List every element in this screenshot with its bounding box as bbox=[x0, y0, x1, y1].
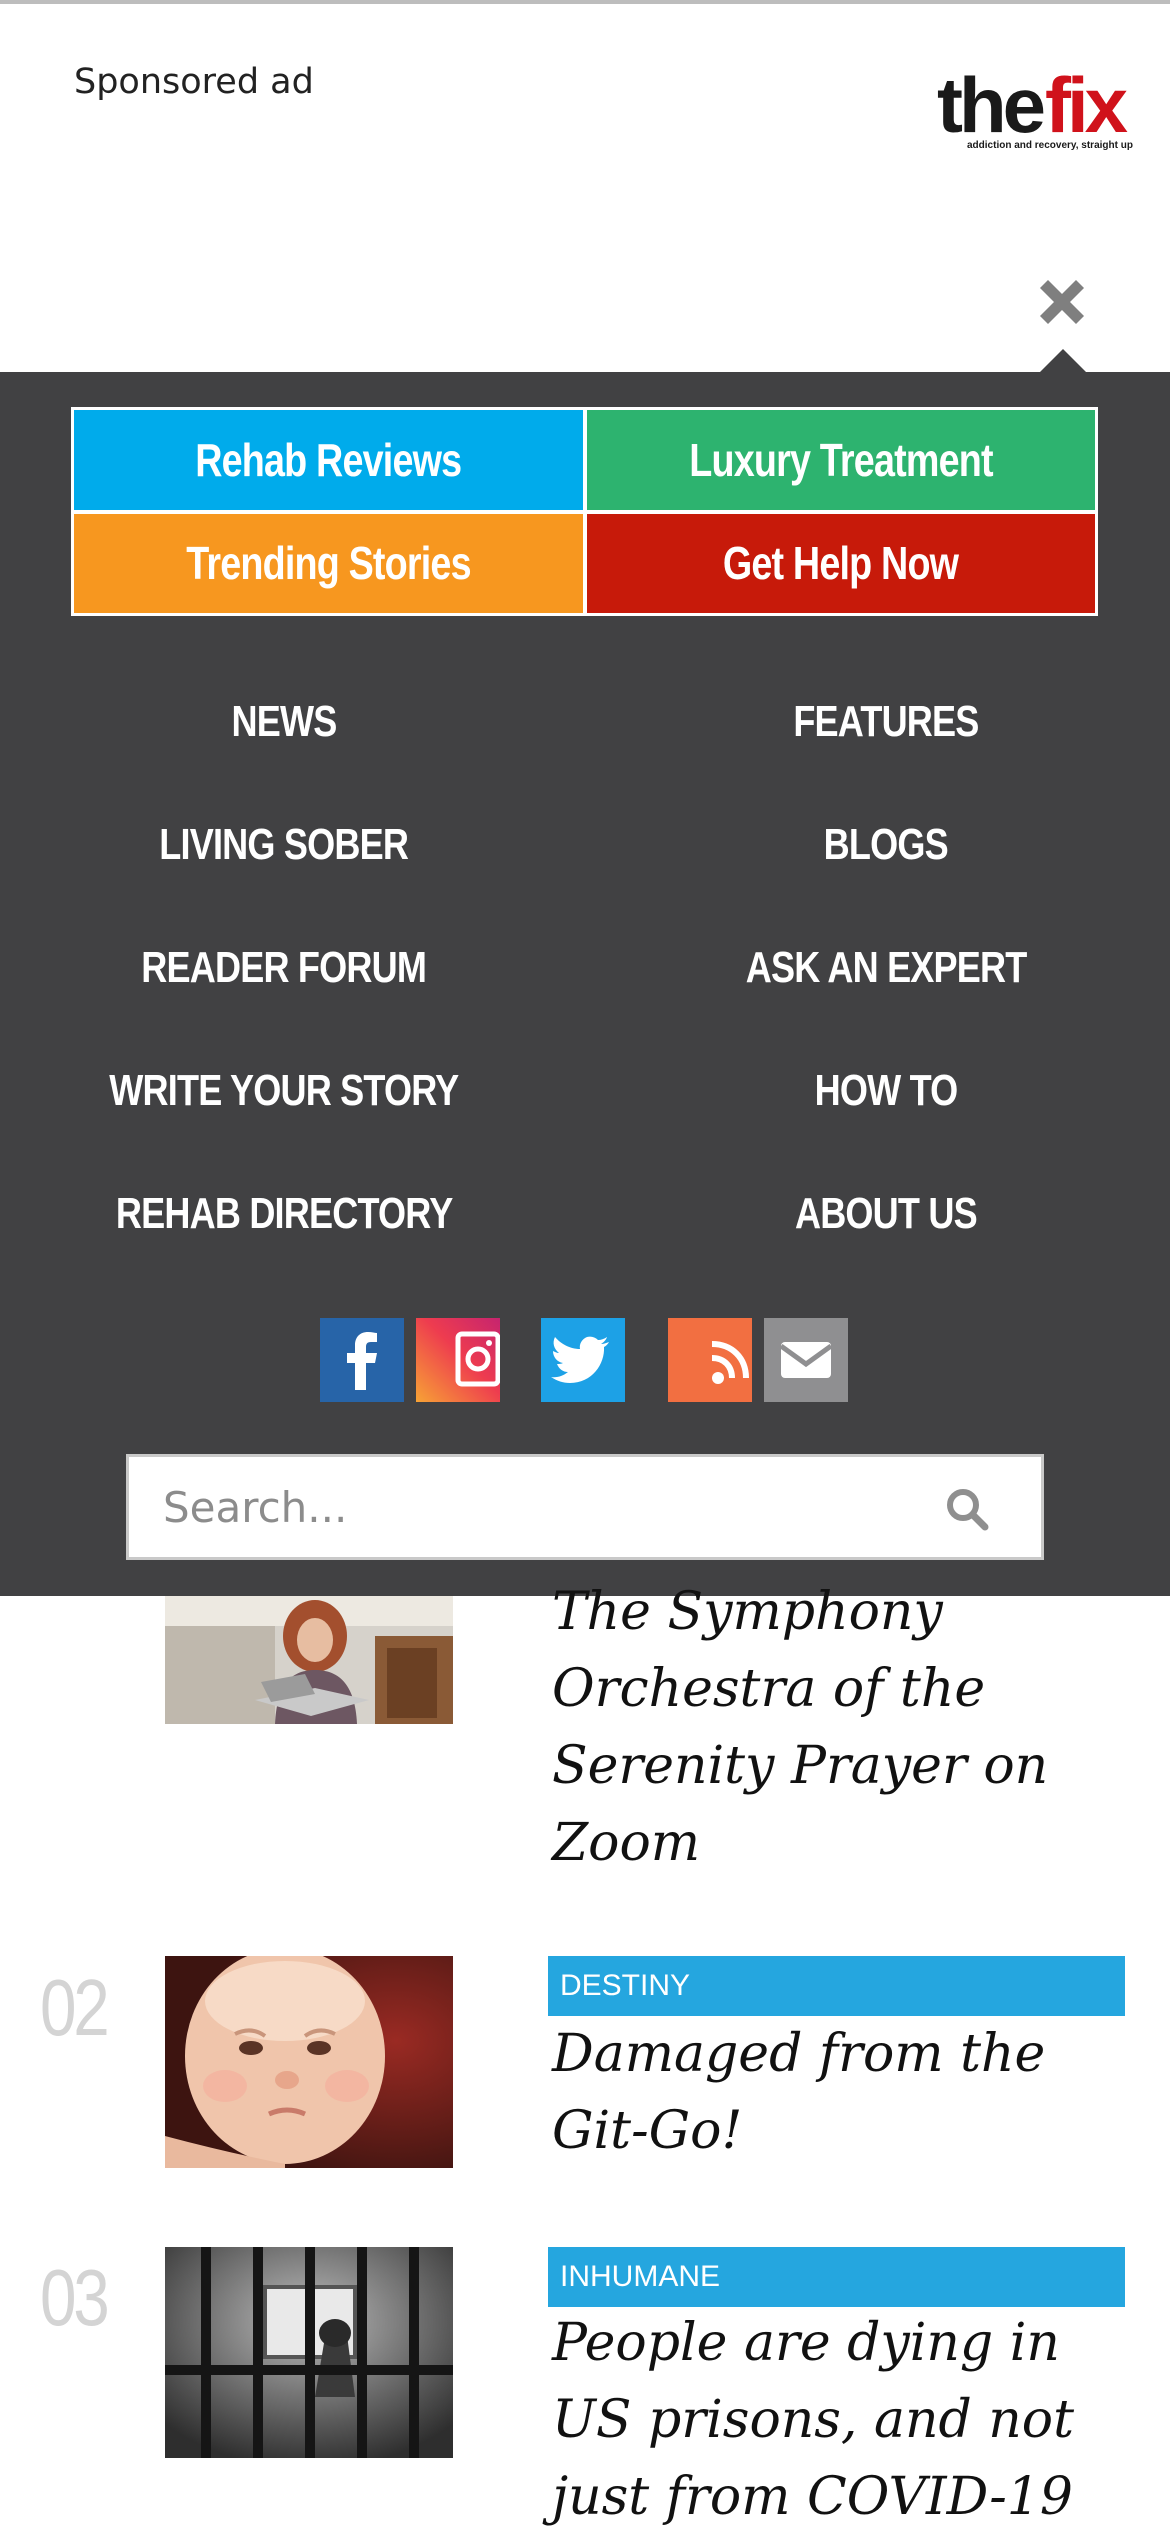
search-icon bbox=[947, 1489, 989, 1531]
menu-caret bbox=[1040, 349, 1086, 372]
nav-about-us[interactable]: ABOUT US bbox=[606, 1184, 1166, 1244]
nav-blogs[interactable]: BLOGS bbox=[606, 815, 1166, 875]
nav-reader-forum[interactable]: READER FORUM bbox=[4, 938, 564, 998]
twitter-link[interactable] bbox=[541, 1318, 625, 1402]
luxury-treatment-button[interactable]: Luxury Treatment bbox=[586, 410, 1095, 510]
article-title[interactable]: The Symphony Orchestra of the Serenity P… bbox=[552, 1574, 1132, 1882]
article-title[interactable]: Damaged from the Git-Go! bbox=[552, 2016, 1132, 2170]
article-category-badge[interactable]: DESTINY bbox=[548, 1956, 1125, 2016]
nav-rehab-directory[interactable]: REHAB DIRECTORY bbox=[4, 1184, 564, 1244]
article-image-prison-bars bbox=[165, 2247, 453, 2458]
article-image-woman-laptop bbox=[165, 1596, 453, 1724]
rss-icon bbox=[711, 1341, 749, 1384]
close-menu-button[interactable] bbox=[1030, 270, 1094, 334]
article-thumbnail[interactable] bbox=[165, 2247, 453, 2458]
article-image-baby bbox=[165, 1956, 453, 2168]
luxury-treatment-label: Luxury Treatment bbox=[689, 433, 993, 486]
logo-tagline: addiction and recovery, straight up bbox=[967, 140, 1133, 151]
close-icon bbox=[1040, 280, 1084, 324]
article-thumbnail[interactable] bbox=[165, 1596, 453, 1724]
nav-living-sober[interactable]: LIVING SOBER bbox=[4, 815, 564, 875]
nav-features[interactable]: FEATURES bbox=[606, 692, 1166, 752]
logo-word-fix: fix bbox=[1045, 61, 1128, 149]
rss-link[interactable] bbox=[668, 1318, 752, 1402]
nav-how-to[interactable]: HOW TO bbox=[606, 1061, 1166, 1121]
instagram-icon bbox=[455, 1331, 500, 1387]
top-border bbox=[0, 0, 1170, 4]
facebook-icon bbox=[347, 1332, 377, 1390]
trending-stories-label: Trending Stories bbox=[185, 537, 471, 590]
article-title[interactable]: People are dying in US prisons, and not … bbox=[552, 2305, 1132, 2532]
article-thumbnail[interactable] bbox=[165, 1956, 453, 2168]
get-help-now-label: Get Help Now bbox=[723, 537, 959, 590]
search-input[interactable] bbox=[163, 1475, 923, 1539]
article-rank: 02 bbox=[40, 1963, 110, 2052]
rehab-reviews-button[interactable]: Rehab Reviews bbox=[74, 410, 583, 510]
twitter-icon bbox=[551, 1336, 609, 1383]
rehab-reviews-label: Rehab Reviews bbox=[195, 433, 462, 486]
get-help-now-button[interactable]: Get Help Now bbox=[586, 513, 1095, 613]
instagram-link[interactable] bbox=[416, 1318, 500, 1402]
article-category-badge[interactable]: INHUMANE bbox=[548, 2247, 1125, 2307]
article-rank: 03 bbox=[40, 2253, 110, 2342]
facebook-link[interactable] bbox=[320, 1318, 404, 1402]
quick-links-grid: Rehab Reviews Luxury Treatment Trending … bbox=[71, 407, 1098, 616]
sponsored-ad-label: Sponsored ad bbox=[74, 62, 314, 102]
search-button[interactable] bbox=[937, 1479, 997, 1539]
trending-stories-button[interactable]: Trending Stories bbox=[74, 513, 583, 613]
site-logo[interactable]: the fix addiction and recovery, straight… bbox=[937, 66, 1141, 156]
search-box bbox=[126, 1454, 1044, 1560]
logo-word-the: the bbox=[937, 61, 1046, 149]
email-link[interactable] bbox=[764, 1318, 848, 1402]
nav-write-your-story[interactable]: WRITE YOUR STORY bbox=[4, 1061, 564, 1121]
nav-news[interactable]: NEWS bbox=[4, 692, 564, 752]
email-icon bbox=[779, 1342, 833, 1378]
nav-ask-an-expert[interactable]: ASK AN EXPERT bbox=[606, 938, 1166, 998]
